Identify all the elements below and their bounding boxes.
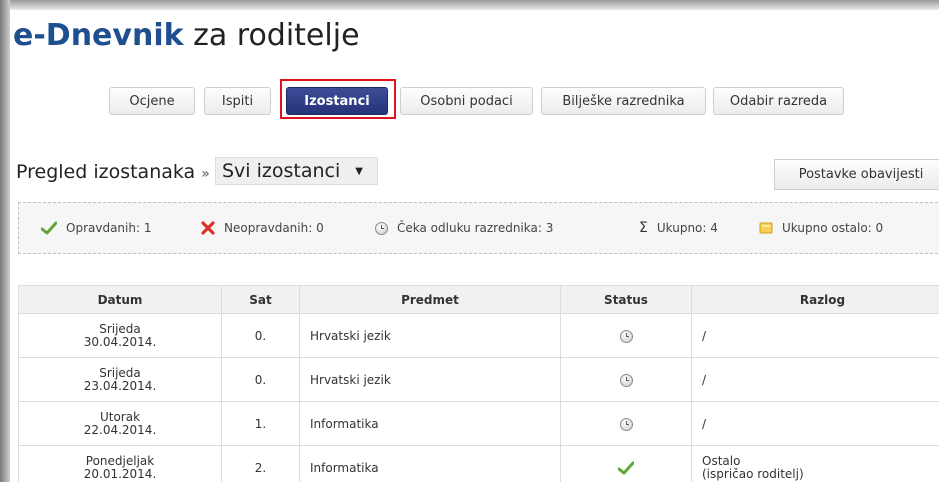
summary-pending: Čeka odluku razrednika: 3 [375, 203, 553, 253]
date-cell: Utorak 22.04.2014. [18, 401, 222, 446]
column-header-datum[interactable]: Datum [18, 285, 222, 314]
app-brand: e-Dnevnik [13, 18, 184, 53]
period-cell: 0. [221, 313, 300, 358]
column-header-status[interactable]: Status [560, 285, 692, 314]
column-header-sat[interactable]: Sat [221, 285, 300, 314]
subject-cell: Hrvatski jezik [299, 313, 561, 358]
period-cell: 1. [221, 401, 300, 446]
page: e-Dnevnik za roditelje Ocjene Ispiti Izo… [10, 10, 939, 482]
notification-settings-button[interactable]: Postavke obavijesti [774, 159, 939, 190]
date-value: 22.04.2014. [83, 422, 157, 437]
subject-cell: Informatika [299, 445, 561, 482]
subject-cell: Informatika [299, 401, 561, 446]
day-name: Srijeda [99, 321, 141, 336]
filter-selected-value: Svi izostanci [222, 160, 341, 182]
checkmark-icon [617, 460, 635, 475]
app-title: e-Dnevnik za roditelje [13, 16, 360, 56]
pending-count: Čeka odluku razrednika: 3 [397, 221, 554, 235]
period-cell: 2. [221, 445, 300, 482]
section-title: Pregled izostanaka » [16, 160, 210, 186]
status-cell [560, 357, 692, 402]
window-frame-top [0, 0, 939, 10]
table-header-row: Datum Sat Predmet Status Razlog [18, 285, 939, 314]
date-cell: Srijeda 23.04.2014. [18, 357, 222, 402]
clock-icon [619, 373, 633, 387]
reason-cell: Ostalo (ispričao roditelj) [691, 445, 939, 482]
day-name: Ponedjeljak [85, 453, 155, 468]
date-value: 23.04.2014. [83, 378, 157, 393]
date-cell: Srijeda 30.04.2014. [18, 313, 222, 358]
date-value: 20.01.2014. [83, 466, 157, 481]
day-name: Srijeda [99, 365, 141, 380]
reason-text: Ostalo [702, 453, 741, 468]
excused-count: Opravdanih: 1 [66, 221, 152, 235]
table-row: Utorak 22.04.2014. 1. Informatika / [18, 401, 939, 446]
app-title-suffix: za roditelje [183, 18, 360, 53]
absences-table-container: Datum Sat Predmet Status Razlog Srijeda 3… [18, 285, 939, 482]
absence-filter-select[interactable]: Svi izostanci ▼ [215, 157, 378, 185]
cross-icon [201, 221, 215, 235]
breadcrumb-separator: » [201, 166, 210, 182]
unexcused-count: Neopravdanih: 0 [224, 221, 324, 235]
day-name: Utorak [99, 409, 141, 424]
status-cell [560, 445, 692, 482]
total-count: Ukupno: 4 [656, 221, 718, 235]
column-header-predmet[interactable]: Predmet [299, 285, 561, 314]
main-tabs: Ocjene Ispiti Izostanci Osobni podaci Bi… [10, 87, 939, 117]
column-header-razlog[interactable]: Razlog [691, 285, 939, 314]
sigma-icon: Σ [639, 220, 648, 236]
date-value: 30.04.2014. [83, 334, 157, 349]
active-tab-highlight [280, 79, 396, 119]
subject-cell: Hrvatski jezik [299, 357, 561, 402]
status-cell [560, 313, 692, 358]
section-title-text: Pregled izostanaka [16, 161, 196, 183]
note-icon [759, 221, 773, 235]
table-row: Srijeda 23.04.2014. 0. Hrvatski jezik / [18, 357, 939, 402]
table-row: Srijeda 30.04.2014. 0. Hrvatski jezik / [18, 313, 939, 358]
summary-excused: Opravdanih: 1 [41, 203, 151, 253]
reason-note: (ispričao roditelj) [702, 466, 804, 481]
tab-odabir-razreda[interactable]: Odabir razreda [713, 87, 844, 115]
date-cell: Ponedjeljak 20.01.2014. [18, 445, 222, 482]
absences-table: Datum Sat Predmet Status Razlog Srijeda 3… [18, 285, 939, 482]
other-count: Ukupno ostalo: 0 [782, 221, 884, 235]
dropdown-caret-icon: ▼ [355, 166, 363, 177]
summary-total: Σ Ukupno: 4 [639, 203, 718, 253]
tab-osobni-podaci[interactable]: Osobni podaci [400, 87, 533, 115]
tab-ispiti[interactable]: Ispiti [204, 87, 271, 115]
clock-icon [619, 417, 633, 431]
reason-cell: / [691, 357, 939, 402]
period-cell: 0. [221, 357, 300, 402]
tab-biljeske-razrednika[interactable]: Bilješke razrednika [541, 87, 706, 115]
checkmark-icon [41, 221, 57, 235]
status-cell [560, 401, 692, 446]
window-frame-left [0, 0, 10, 482]
reason-cell: / [691, 313, 939, 358]
table-row: Ponedjeljak 20.01.2014. 2. Informatika Os… [18, 445, 939, 482]
summary-unexcused: Neopravdanih: 0 [201, 203, 324, 253]
clock-icon [375, 221, 388, 235]
tab-ocjene[interactable]: Ocjene [109, 87, 195, 115]
summary-other: Ukupno ostalo: 0 [759, 203, 883, 253]
absence-summary: Opravdanih: 1 Neopravdanih: 0 Čeka odluk… [18, 202, 939, 254]
clock-icon [619, 329, 633, 343]
reason-cell: / [691, 401, 939, 446]
